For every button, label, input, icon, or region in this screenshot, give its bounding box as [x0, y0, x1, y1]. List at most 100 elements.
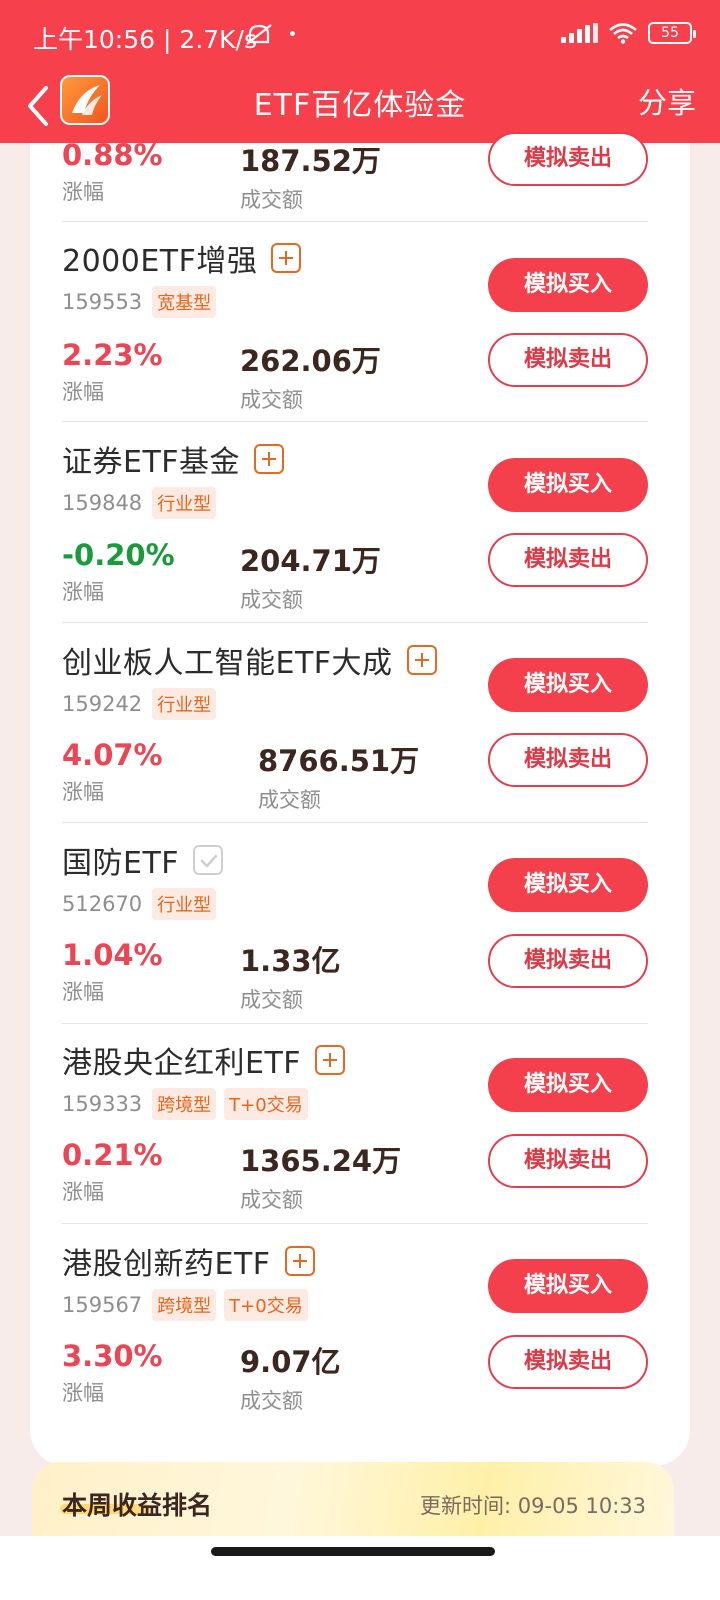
fund-change: -0.20% 涨幅 [62, 538, 175, 606]
add-watchlist-icon[interactable] [271, 243, 302, 273]
trading-rule-tag: T+0交易 [224, 1088, 308, 1120]
change-value: 0.88% [62, 138, 163, 172]
ranking-title: 本周收益排名 [62, 1491, 213, 1520]
fund-type-tag: 跨境型 [152, 1289, 217, 1321]
fund-code: 512670 [62, 892, 143, 916]
fund-type-tag: 行业型 [152, 688, 217, 720]
fund-volume: 9.07亿 成交额 [240, 1339, 341, 1415]
buy-button[interactable]: 模拟买入 [488, 458, 648, 512]
sell-button[interactable]: 模拟卖出 [488, 1134, 648, 1188]
change-label: 涨幅 [62, 1180, 104, 1204]
fund-type-tag: 行业型 [152, 487, 217, 519]
sell-button[interactable]: 模拟卖出 [488, 533, 648, 587]
volume-value: 187.52万 [240, 144, 381, 178]
add-watchlist-icon[interactable] [254, 444, 285, 474]
fund-change: 0.88% 涨幅 [62, 138, 163, 206]
status-time-speed: 上午10:56 | 2.7K/s [33, 25, 257, 54]
buy-button[interactable]: 模拟买入 [488, 1058, 648, 1112]
volume-value: 1.33亿 [240, 944, 341, 978]
volume-value: 8766.51万 [258, 744, 420, 778]
divider [62, 221, 648, 222]
fund-change: 2.23% 涨幅 [62, 338, 163, 406]
fund-change: 1.04% 涨幅 [62, 938, 163, 1006]
mute-bell-icon [246, 24, 272, 45]
page-title: ETF百亿体验金 [253, 88, 467, 123]
change-value: 0.21% [62, 1138, 163, 1172]
fund-name[interactable]: 证券ETF基金 [62, 437, 240, 481]
buy-button[interactable]: 模拟买入 [488, 858, 648, 912]
status-bar: 上午10:56 | 2.7K/s 55 [0, 0, 720, 70]
change-label: 涨幅 [62, 380, 104, 404]
volume-label: 成交额 [240, 388, 303, 412]
fund-change: 4.07% 涨幅 [62, 738, 163, 806]
buy-button[interactable]: 模拟买入 [488, 658, 648, 712]
sell-button[interactable]: 模拟卖出 [488, 733, 648, 787]
add-watchlist-icon[interactable] [284, 1246, 315, 1276]
weekly-ranking-card[interactable]: 本周收益排名 更新时间: 09-05 10:33 [32, 1462, 674, 1542]
volume-value: 262.06万 [240, 344, 381, 378]
change-value: 3.30% [62, 1339, 163, 1373]
fund-volume: 262.06万 成交额 [240, 338, 381, 414]
divider [62, 622, 648, 623]
sell-button[interactable]: 模拟卖出 [488, 934, 648, 988]
change-label: 涨幅 [62, 1381, 104, 1405]
fund-code: 159553 [62, 290, 143, 314]
change-label: 涨幅 [62, 180, 104, 204]
fund-volume: 1365.24万 成交额 [240, 1138, 401, 1214]
volume-value: 1365.24万 [240, 1144, 402, 1178]
add-watchlist-icon[interactable] [406, 645, 437, 675]
buy-button[interactable]: 模拟买入 [488, 258, 648, 312]
fund-name[interactable]: 港股创新药ETF [62, 1239, 271, 1283]
fund-name[interactable]: 创业板人工智能ETF大成 [62, 638, 393, 682]
battery-icon: 55 [648, 22, 696, 44]
fund-name[interactable]: 港股央企红利ETF [62, 1038, 301, 1082]
fund-type-tag: 跨境型 [152, 1088, 217, 1120]
change-label: 涨幅 [62, 980, 104, 1004]
fund-volume: 187.52万 成交额 [240, 138, 381, 214]
fund-change: 0.21% 涨幅 [62, 1138, 163, 1206]
divider [62, 822, 648, 823]
sell-button[interactable]: 模拟卖出 [488, 132, 648, 186]
change-label: 涨幅 [62, 580, 104, 604]
sell-button[interactable]: 模拟卖出 [488, 333, 648, 387]
change-value: 2.23% [62, 338, 163, 372]
divider [62, 1223, 648, 1224]
fund-volume: 8766.51万 成交额 [258, 738, 419, 814]
divider [62, 421, 648, 422]
bottom-gesture-area [0, 1536, 720, 1600]
volume-value: 204.71万 [240, 544, 381, 578]
divider [62, 1023, 648, 1024]
top-bar: 上午10:56 | 2.7K/s 55 ETF百亿体验金 分享 [0, 0, 720, 143]
fund-name[interactable]: 国防ETF [62, 838, 179, 882]
status-icons: 55 [561, 22, 696, 44]
fund-code: 159567 [62, 1293, 143, 1317]
buy-button[interactable]: 模拟买入 [488, 1259, 648, 1313]
fund-volume: 204.71万 成交额 [240, 538, 381, 614]
share-button[interactable]: 分享 [638, 80, 696, 122]
home-indicator[interactable] [211, 1547, 495, 1556]
volume-label: 成交额 [240, 1188, 303, 1212]
fund-change: 3.30% 涨幅 [62, 1339, 163, 1407]
change-value: 4.07% [62, 738, 163, 772]
add-watchlist-icon[interactable] [315, 1045, 346, 1075]
change-value: -0.20% [62, 538, 175, 572]
volume-value: 9.07亿 [240, 1345, 341, 1379]
volume-label: 成交额 [240, 588, 303, 612]
dot-icon [290, 31, 295, 36]
signal-icon [561, 23, 598, 43]
volume-label: 成交额 [258, 788, 321, 812]
trading-rule-tag: T+0交易 [224, 1289, 308, 1321]
update-time: 更新时间: 09-05 10:33 [420, 1494, 646, 1518]
sell-button[interactable]: 模拟卖出 [488, 1335, 648, 1389]
fund-code: 159242 [62, 692, 143, 716]
volume-label: 成交额 [240, 988, 303, 1012]
wifi-icon [609, 23, 637, 44]
fund-name[interactable]: 2000ETF增强 [62, 236, 257, 280]
fund-volume: 1.33亿 成交额 [240, 938, 341, 1014]
fund-type-tag: 宽基型 [152, 286, 217, 318]
added-watchlist-check-icon[interactable] [193, 845, 224, 875]
fund-code: 159333 [62, 1092, 143, 1116]
change-label: 涨幅 [62, 780, 104, 804]
fund-type-tag: 行业型 [152, 888, 217, 920]
volume-label: 成交额 [240, 1389, 303, 1413]
